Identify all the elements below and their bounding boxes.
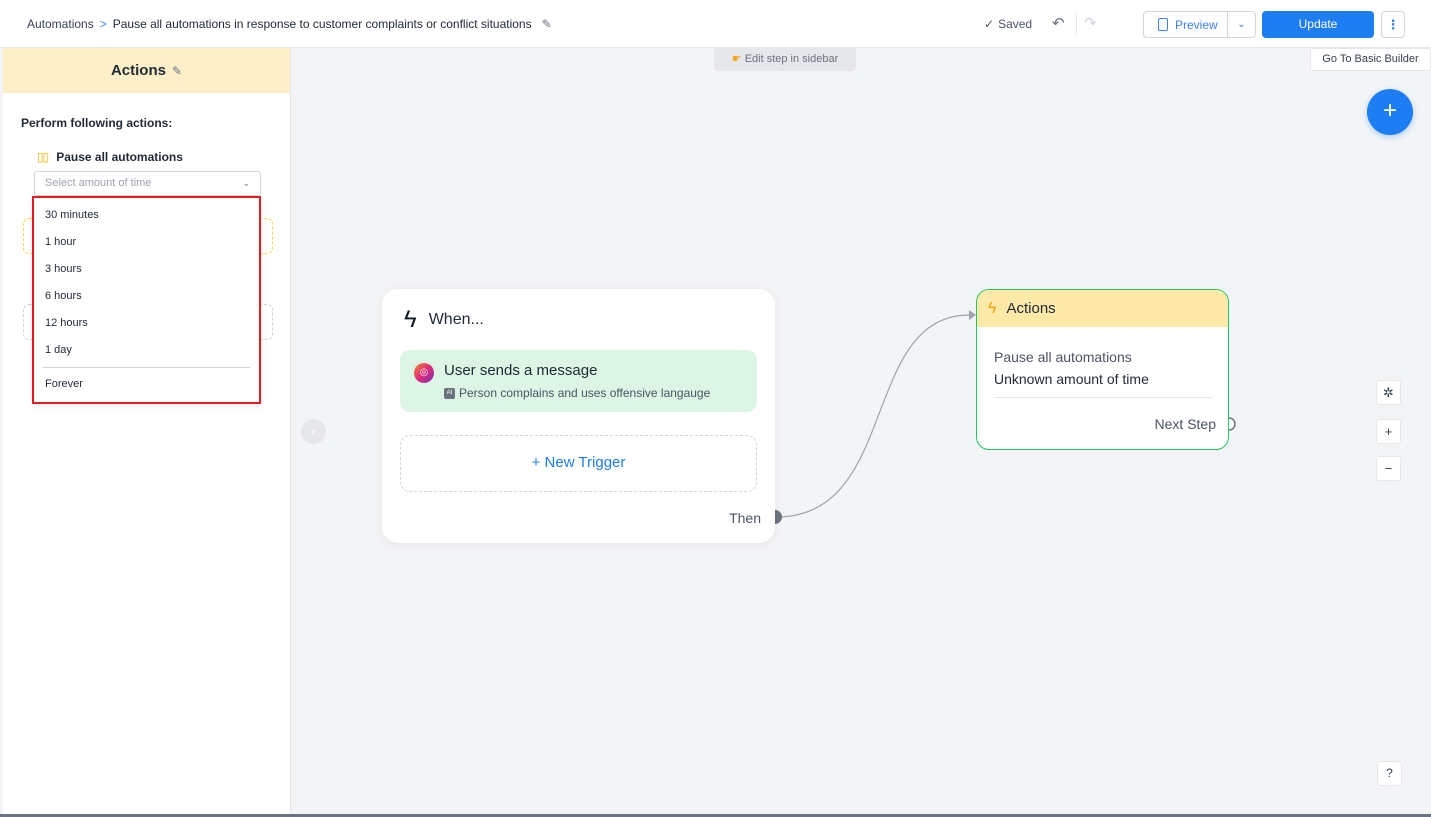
when-card[interactable]: ϟ When... ◎ User sends a message AI Pers… xyxy=(382,289,775,543)
when-title-label: When... xyxy=(428,311,484,328)
actions-card-line1: Pause all automations xyxy=(994,349,1132,365)
new-trigger-button[interactable]: + New Trigger xyxy=(400,435,757,492)
divider xyxy=(994,397,1212,398)
then-label: Then xyxy=(729,510,761,526)
bolt-icon: ϟ xyxy=(404,306,417,333)
ai-icon: AI xyxy=(444,387,455,399)
actions-card-title: Actions xyxy=(1006,300,1056,317)
next-step-label: Next Step xyxy=(1154,416,1216,432)
actions-card-line2: Unknown amount of time xyxy=(994,371,1149,387)
trigger-item[interactable]: ◎ User sends a message AI Person complai… xyxy=(400,350,757,412)
instagram-icon: ◎ xyxy=(414,363,434,383)
trigger-condition-label: Person complains and uses offensive lang… xyxy=(459,386,711,400)
actions-card-header: ϟ Actions xyxy=(977,290,1228,327)
when-title: ϟ When... xyxy=(404,306,484,334)
trigger-condition: AI Person complains and uses offensive l… xyxy=(444,386,710,400)
trigger-title: User sends a message xyxy=(444,362,598,379)
actions-card[interactable]: ϟ Actions Pause all automations Unknown … xyxy=(976,289,1229,450)
bolt-icon: ϟ xyxy=(988,299,997,317)
